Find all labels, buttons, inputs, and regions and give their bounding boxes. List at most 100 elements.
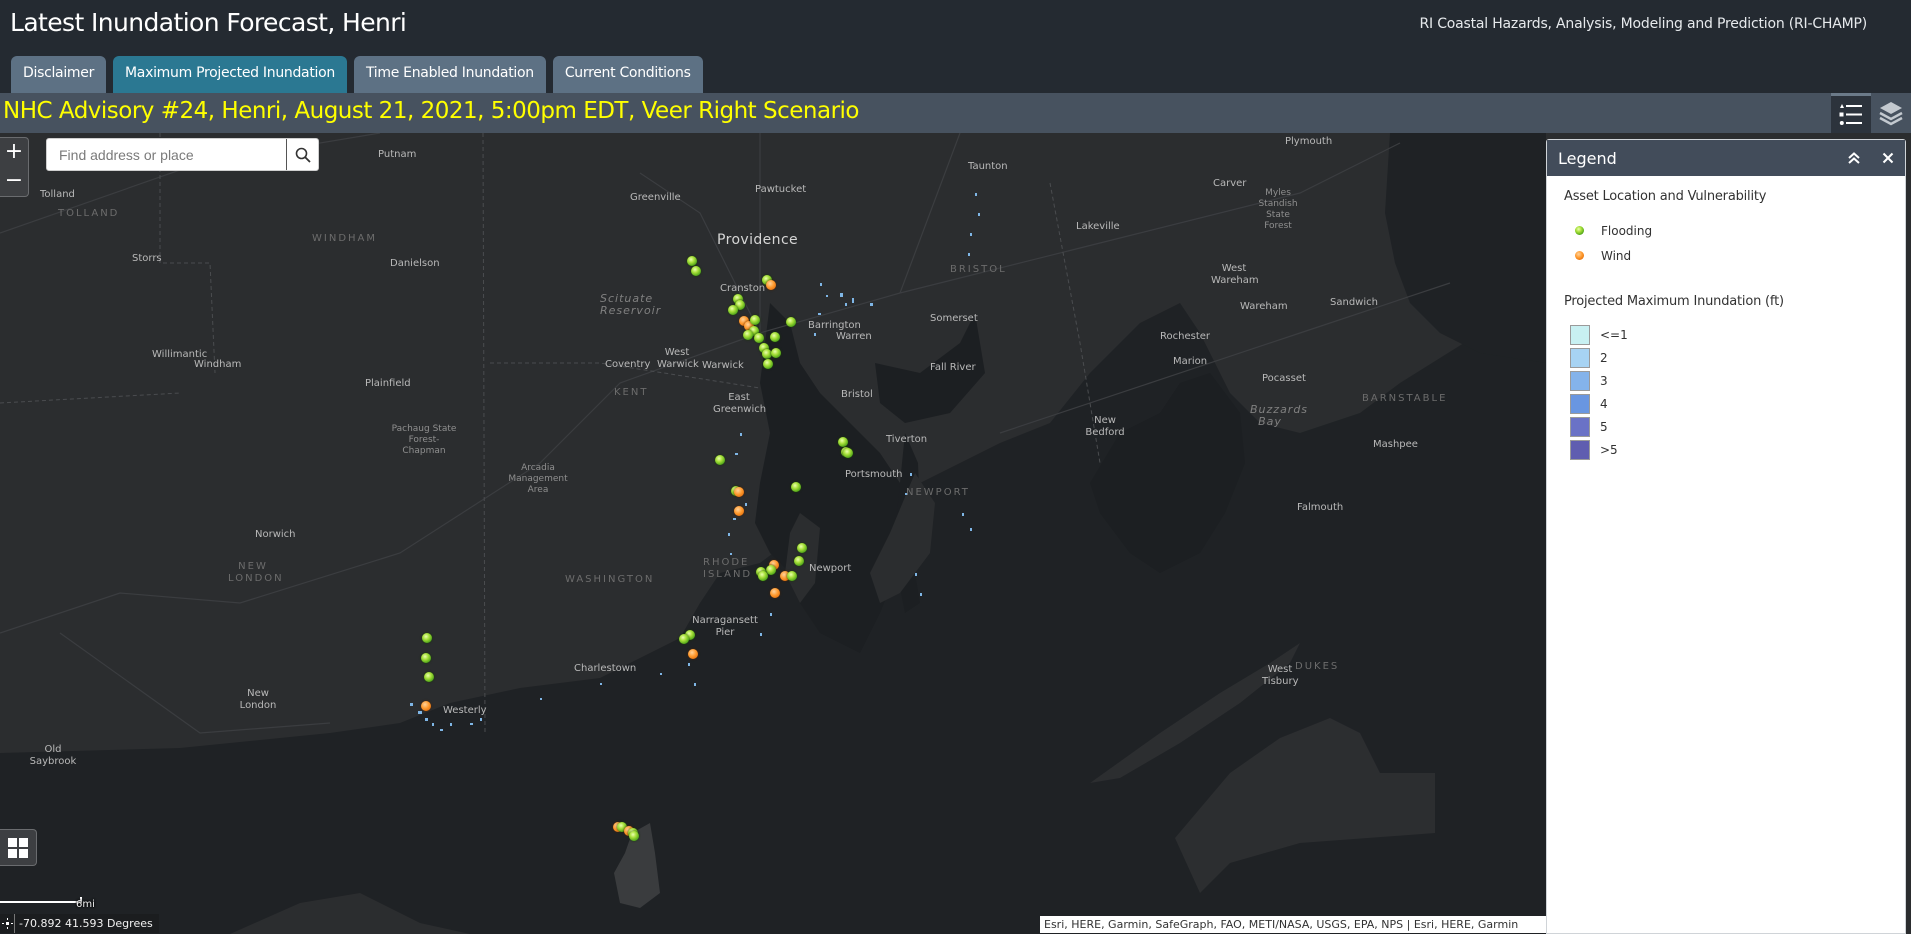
crosshair-icon	[1, 918, 13, 929]
app-title: Latest Inundation Forecast, Henri	[10, 8, 407, 37]
map-label-storrs: Storrs	[132, 253, 162, 264]
flooding-asset-marker[interactable]	[727, 304, 738, 315]
advisory-bar: NHC Advisory #24, Henri, August 21, 2021…	[0, 93, 1911, 133]
legend-item-label: <=1	[1600, 327, 1628, 342]
map-label-barnstable-county: BARNSTABLE	[1362, 393, 1448, 404]
map-label-plymouth: Plymouth	[1285, 136, 1333, 147]
flooding-asset-marker[interactable]	[424, 671, 434, 682]
map-label-new-london-county: NEW LONDON	[228, 561, 284, 584]
map-label-pocasset: Pocasset	[1262, 373, 1306, 384]
map-label-bristol-county: BRISTOL	[950, 264, 1007, 275]
scale-bar	[0, 897, 82, 903]
flooding-asset-marker[interactable]	[837, 436, 848, 447]
flooding-asset-marker[interactable]	[762, 358, 773, 369]
flooding-asset-marker[interactable]	[420, 652, 431, 663]
inundation-legend-list: <=1 2 3 4 5 >5	[1564, 323, 1888, 461]
map-label-pawtucket: Pawtucket	[755, 184, 807, 195]
flooding-asset-marker[interactable]	[786, 571, 797, 582]
flooding-asset-marker[interactable]	[794, 555, 805, 566]
legend-title: Legend	[1558, 148, 1617, 168]
search-widget	[46, 138, 319, 171]
legend-section-assets: Asset Location and Vulnerability	[1564, 189, 1767, 204]
map-label-newport-county: NEWPORT	[906, 487, 970, 498]
legend-body: Asset Location and Vulnerability Floodin…	[1547, 176, 1905, 474]
map-label-scituate-reservoir: Scituate Reservoir	[600, 292, 662, 317]
map-label-plainfield: Plainfield	[365, 378, 411, 389]
inundation-swatch-icon	[1570, 324, 1590, 345]
map-label-west-tisbury: West Tisbury	[1262, 664, 1299, 687]
coordinate-mode-button[interactable]	[0, 914, 15, 933]
map-label-windham-county: WINDHAM	[312, 233, 378, 244]
map-label-portsmouth: Portsmouth	[845, 469, 903, 480]
map-label-old-saybrook: Old Saybrook	[29, 744, 77, 767]
search-input[interactable]	[47, 139, 287, 170]
map-label-new-london: New London	[239, 688, 277, 711]
map-label-new-bedford: New Bedford	[1085, 415, 1125, 438]
flooding-asset-marker[interactable]	[628, 831, 639, 841]
map-label-warren: Warren	[836, 331, 872, 342]
tab-bar: Disclaimer Maximum Projected Inundation …	[11, 56, 703, 93]
flooding-asset-marker[interactable]	[785, 316, 796, 327]
advisory-title: NHC Advisory #24, Henri, August 21, 2021…	[3, 98, 860, 124]
basemap-gallery-button[interactable]	[0, 829, 37, 866]
map-label-sandwich: Sandwich	[1330, 297, 1378, 308]
map-label-charlestown: Charlestown	[574, 663, 637, 674]
map-label-warwick: Warwick	[702, 360, 744, 371]
map-label-arcadia: Arcadia Management Area	[508, 463, 568, 495]
map-label-rochester: Rochester	[1160, 331, 1210, 342]
legend-collapse-button[interactable]	[1837, 140, 1871, 176]
map-label-coventry: Coventry	[605, 359, 651, 370]
map-label-myles-standish: Myles Standish State Forest	[1258, 188, 1298, 231]
legend-item-label: 5	[1600, 419, 1608, 434]
scale-bar-label: 6mi	[76, 899, 95, 910]
flooding-asset-marker[interactable]	[714, 454, 725, 465]
map-label-windham: Windham	[194, 359, 242, 370]
layers-toggle-button[interactable]	[1871, 93, 1911, 133]
legend-list-icon	[1839, 103, 1862, 125]
map-label-fall-river: Fall River	[930, 362, 976, 373]
flooding-asset-marker[interactable]	[791, 481, 802, 492]
zoom-in-button[interactable]: +	[0, 138, 28, 167]
map-label-norwich: Norwich	[255, 529, 296, 540]
wind-marker-icon	[1575, 251, 1584, 260]
map-label-east-greenwich: East Greenwich	[713, 392, 767, 415]
zoom-control: + −	[0, 137, 29, 197]
tab-disclaimer[interactable]: Disclaimer	[11, 56, 107, 93]
flooding-asset-marker[interactable]	[796, 543, 807, 554]
map-label-danielson: Danielson	[390, 258, 440, 269]
map-label-mashpee: Mashpee	[1373, 439, 1418, 450]
map-label-carver: Carver	[1213, 178, 1247, 189]
tab-maximum-projected-inundation[interactable]: Maximum Projected Inundation	[113, 56, 347, 93]
zoom-out-button[interactable]: −	[0, 167, 28, 196]
legend-item-label: 4	[1600, 396, 1608, 411]
flooding-asset-marker[interactable]	[769, 331, 780, 342]
wind-asset-marker[interactable]	[420, 701, 431, 712]
legend-toggle-button[interactable]	[1831, 93, 1871, 133]
legend-item-inundation: 3	[1564, 369, 1888, 392]
map-label-marion: Marion	[1173, 356, 1208, 367]
legend-item-inundation: 4	[1564, 392, 1888, 415]
legend-item-label: Flooding	[1601, 223, 1653, 238]
app-header: Latest Inundation Forecast, Henri RI Coa…	[0, 0, 1911, 93]
map-label-kent-county: KENT	[614, 387, 649, 398]
map-label-rhode-island: RHODE ISLAND	[703, 557, 753, 580]
wind-asset-marker[interactable]	[769, 587, 780, 598]
map-label-washington-county: WASHINGTON	[565, 574, 655, 585]
flooding-asset-marker[interactable]	[750, 314, 761, 325]
legend-item-inundation: 5	[1564, 415, 1888, 438]
inundation-swatch-icon	[1570, 416, 1590, 437]
map-label-dukes-county: DUKES	[1295, 661, 1340, 672]
inundation-swatch-icon	[1570, 370, 1590, 391]
wind-asset-marker[interactable]	[733, 505, 744, 516]
legend-item-label: 3	[1600, 373, 1608, 388]
legend-item-flooding: Flooding	[1564, 218, 1888, 243]
map-label-lakeville: Lakeville	[1076, 221, 1120, 232]
coordinate-text: -70.892 41.593 Degrees	[19, 917, 153, 930]
map-label-buzzards-bay: Buzzards Bay	[1250, 403, 1309, 428]
tab-current-conditions[interactable]: Current Conditions	[552, 56, 703, 93]
legend-item-inundation: >5	[1564, 438, 1888, 461]
tab-time-enabled-inundation[interactable]: Time Enabled Inundation	[353, 56, 546, 93]
map-label-wareham: Wareham	[1240, 301, 1288, 312]
legend-close-button[interactable]	[1871, 140, 1905, 176]
search-button[interactable]	[286, 139, 318, 170]
